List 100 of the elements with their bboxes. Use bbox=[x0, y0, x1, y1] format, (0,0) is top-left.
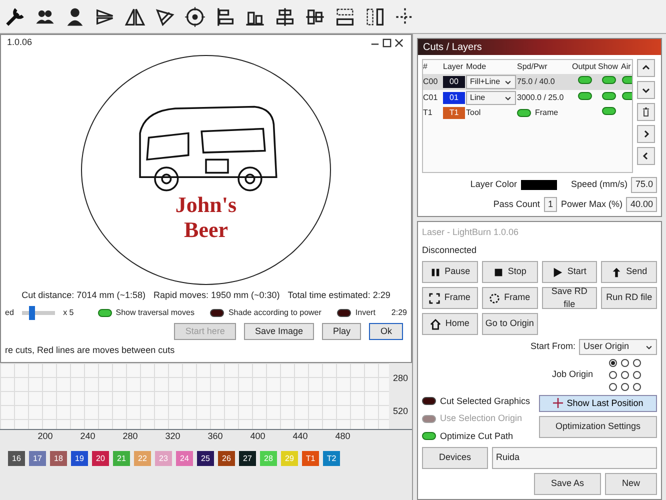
layer-number: T1 bbox=[423, 107, 434, 119]
toggle-switch[interactable] bbox=[517, 109, 531, 117]
laser-button[interactable]: Go to Origin bbox=[482, 313, 538, 335]
number-field[interactable]: 1 bbox=[544, 196, 557, 212]
toggle-switch[interactable] bbox=[602, 107, 616, 115]
toggle-switch[interactable] bbox=[578, 76, 592, 84]
laser-button[interactable]: Stop bbox=[482, 261, 538, 283]
optimization-settings-button[interactable]: Optimization Settings bbox=[539, 416, 657, 438]
palette-swatch[interactable]: 16 bbox=[8, 451, 25, 466]
toggle-label: Invert bbox=[355, 306, 376, 318]
mode-dropdown[interactable]: Line bbox=[466, 91, 516, 105]
multiplier-text: x 5 bbox=[63, 306, 74, 318]
radio-button[interactable] bbox=[609, 370, 617, 378]
ruler-label: 480 bbox=[335, 430, 350, 442]
play-icon bbox=[552, 266, 564, 278]
mode-text: Tool bbox=[466, 107, 482, 119]
radio-button[interactable] bbox=[633, 358, 641, 366]
laser-button[interactable]: Home bbox=[422, 313, 478, 335]
toggle-switch[interactable] bbox=[422, 432, 436, 440]
laser-button[interactable]: Send bbox=[601, 261, 657, 283]
dialog-button[interactable]: Play bbox=[322, 322, 362, 340]
radio-button[interactable] bbox=[633, 370, 641, 378]
radio-button[interactable] bbox=[609, 358, 617, 366]
target-icon[interactable] bbox=[184, 6, 206, 28]
palette-swatch[interactable]: 25 bbox=[197, 451, 214, 466]
show-last-position-button[interactable]: Show Last Position bbox=[539, 394, 657, 412]
toggle-switch[interactable] bbox=[578, 92, 592, 100]
setting-label: Pass Count bbox=[493, 198, 540, 210]
ruler-label: 280 bbox=[122, 430, 138, 442]
ruler-label: 520 bbox=[392, 405, 408, 418]
laser-button[interactable]: Start bbox=[542, 261, 598, 283]
number-field[interactable]: 75.0 bbox=[631, 177, 657, 192]
column-header: Mode bbox=[466, 61, 488, 73]
layer-number: C01 bbox=[423, 92, 439, 104]
ruler-label: 440 bbox=[292, 430, 308, 442]
panel-title: Laser - LightBurn 1.0.06 bbox=[422, 226, 520, 239]
palette-swatch[interactable]: 20 bbox=[92, 451, 109, 466]
layer-row[interactable]: C01 01 Line 3000.0 / 25.0 bbox=[423, 90, 632, 106]
laser-button[interactable]: Frame bbox=[422, 287, 478, 309]
palette-swatch[interactable]: 26 bbox=[218, 451, 235, 466]
slider-thumb[interactable] bbox=[28, 306, 35, 320]
column-header: Spd/Pwr bbox=[517, 61, 548, 73]
color-swatch[interactable] bbox=[520, 180, 557, 190]
toggle-switch[interactable] bbox=[210, 308, 224, 316]
palette-swatch[interactable]: 19 bbox=[71, 451, 88, 466]
side-button[interactable] bbox=[637, 59, 656, 77]
radio-button[interactable] bbox=[621, 358, 629, 366]
palette-swatch[interactable]: T1 bbox=[302, 451, 319, 466]
radio-button[interactable] bbox=[621, 370, 629, 378]
palette-swatch[interactable]: 18 bbox=[50, 451, 67, 466]
distribute-vertical-icon[interactable] bbox=[364, 6, 386, 28]
side-button[interactable] bbox=[637, 81, 656, 99]
laser-button[interactable]: Run RD file bbox=[601, 287, 657, 309]
toggle-label: Optimize Cut Path bbox=[440, 430, 514, 443]
legend-text: re cuts, Red lines are moves between cuts bbox=[4, 344, 176, 357]
toggle-switch[interactable] bbox=[602, 92, 616, 100]
dialog-button[interactable]: Ok bbox=[369, 322, 403, 340]
toggle-switch[interactable] bbox=[98, 308, 112, 316]
layer-row[interactable]: T1 T1 Tool Frame bbox=[423, 106, 632, 120]
wrench-icon[interactable] bbox=[4, 6, 26, 28]
devices-button[interactable]: Devices bbox=[422, 447, 488, 469]
toggle-switch[interactable] bbox=[337, 308, 352, 316]
toggle-switch[interactable] bbox=[622, 92, 632, 100]
column-header: Air bbox=[621, 61, 632, 73]
toggle-switch[interactable] bbox=[622, 76, 632, 84]
number-field[interactable]: 40.00 bbox=[626, 196, 657, 212]
toggle-switch[interactable] bbox=[422, 397, 436, 406]
setting-label: Power Max (%) bbox=[560, 198, 622, 211]
start-from-dropdown[interactable]: User Origin bbox=[579, 339, 657, 354]
side-button[interactable] bbox=[637, 125, 656, 143]
status-text: Disconnected bbox=[422, 244, 478, 256]
palette-swatch[interactable]: T2 bbox=[323, 451, 340, 466]
radio-button[interactable] bbox=[633, 382, 641, 390]
side-button[interactable] bbox=[637, 147, 656, 165]
close-icon[interactable] bbox=[393, 37, 405, 49]
maximize-icon[interactable] bbox=[381, 37, 393, 49]
align-center-icon[interactable] bbox=[274, 6, 296, 28]
laser-button[interactable]: Save RD file bbox=[542, 287, 598, 309]
layer-swatch: T1 bbox=[443, 107, 465, 119]
laser-button[interactable]: Frame bbox=[482, 287, 538, 309]
column-header: Show bbox=[598, 61, 620, 73]
mode-dropdown[interactable]: Fill+Line bbox=[466, 75, 516, 89]
layer-row[interactable]: C00 00 Fill+Line 75.0 / 40.0 bbox=[423, 74, 632, 90]
layer-swatch: 01 bbox=[443, 92, 465, 104]
dialog-button[interactable]: Save Image bbox=[244, 322, 314, 340]
toggle-switch[interactable] bbox=[602, 76, 616, 84]
new-button[interactable]: New bbox=[604, 473, 657, 495]
spd-pwr-text: 3000.0 / 25.0 bbox=[517, 92, 565, 104]
radio-button[interactable] bbox=[609, 382, 617, 390]
palette-swatch[interactable]: 27 bbox=[239, 451, 256, 466]
palette-swatch[interactable]: 17 bbox=[29, 451, 46, 466]
side-button[interactable] bbox=[637, 103, 656, 121]
save-as-button[interactable]: Save As bbox=[534, 473, 601, 495]
device-dropdown[interactable]: Ruida bbox=[492, 447, 657, 469]
laser-button[interactable]: Pause bbox=[422, 261, 478, 283]
home-icon bbox=[430, 318, 442, 330]
ruler-label: 200 bbox=[38, 430, 53, 442]
layer-number: C00 bbox=[423, 76, 439, 88]
stat-text: Total time estimated: 2:29 bbox=[288, 289, 390, 302]
radio-button[interactable] bbox=[621, 382, 629, 390]
